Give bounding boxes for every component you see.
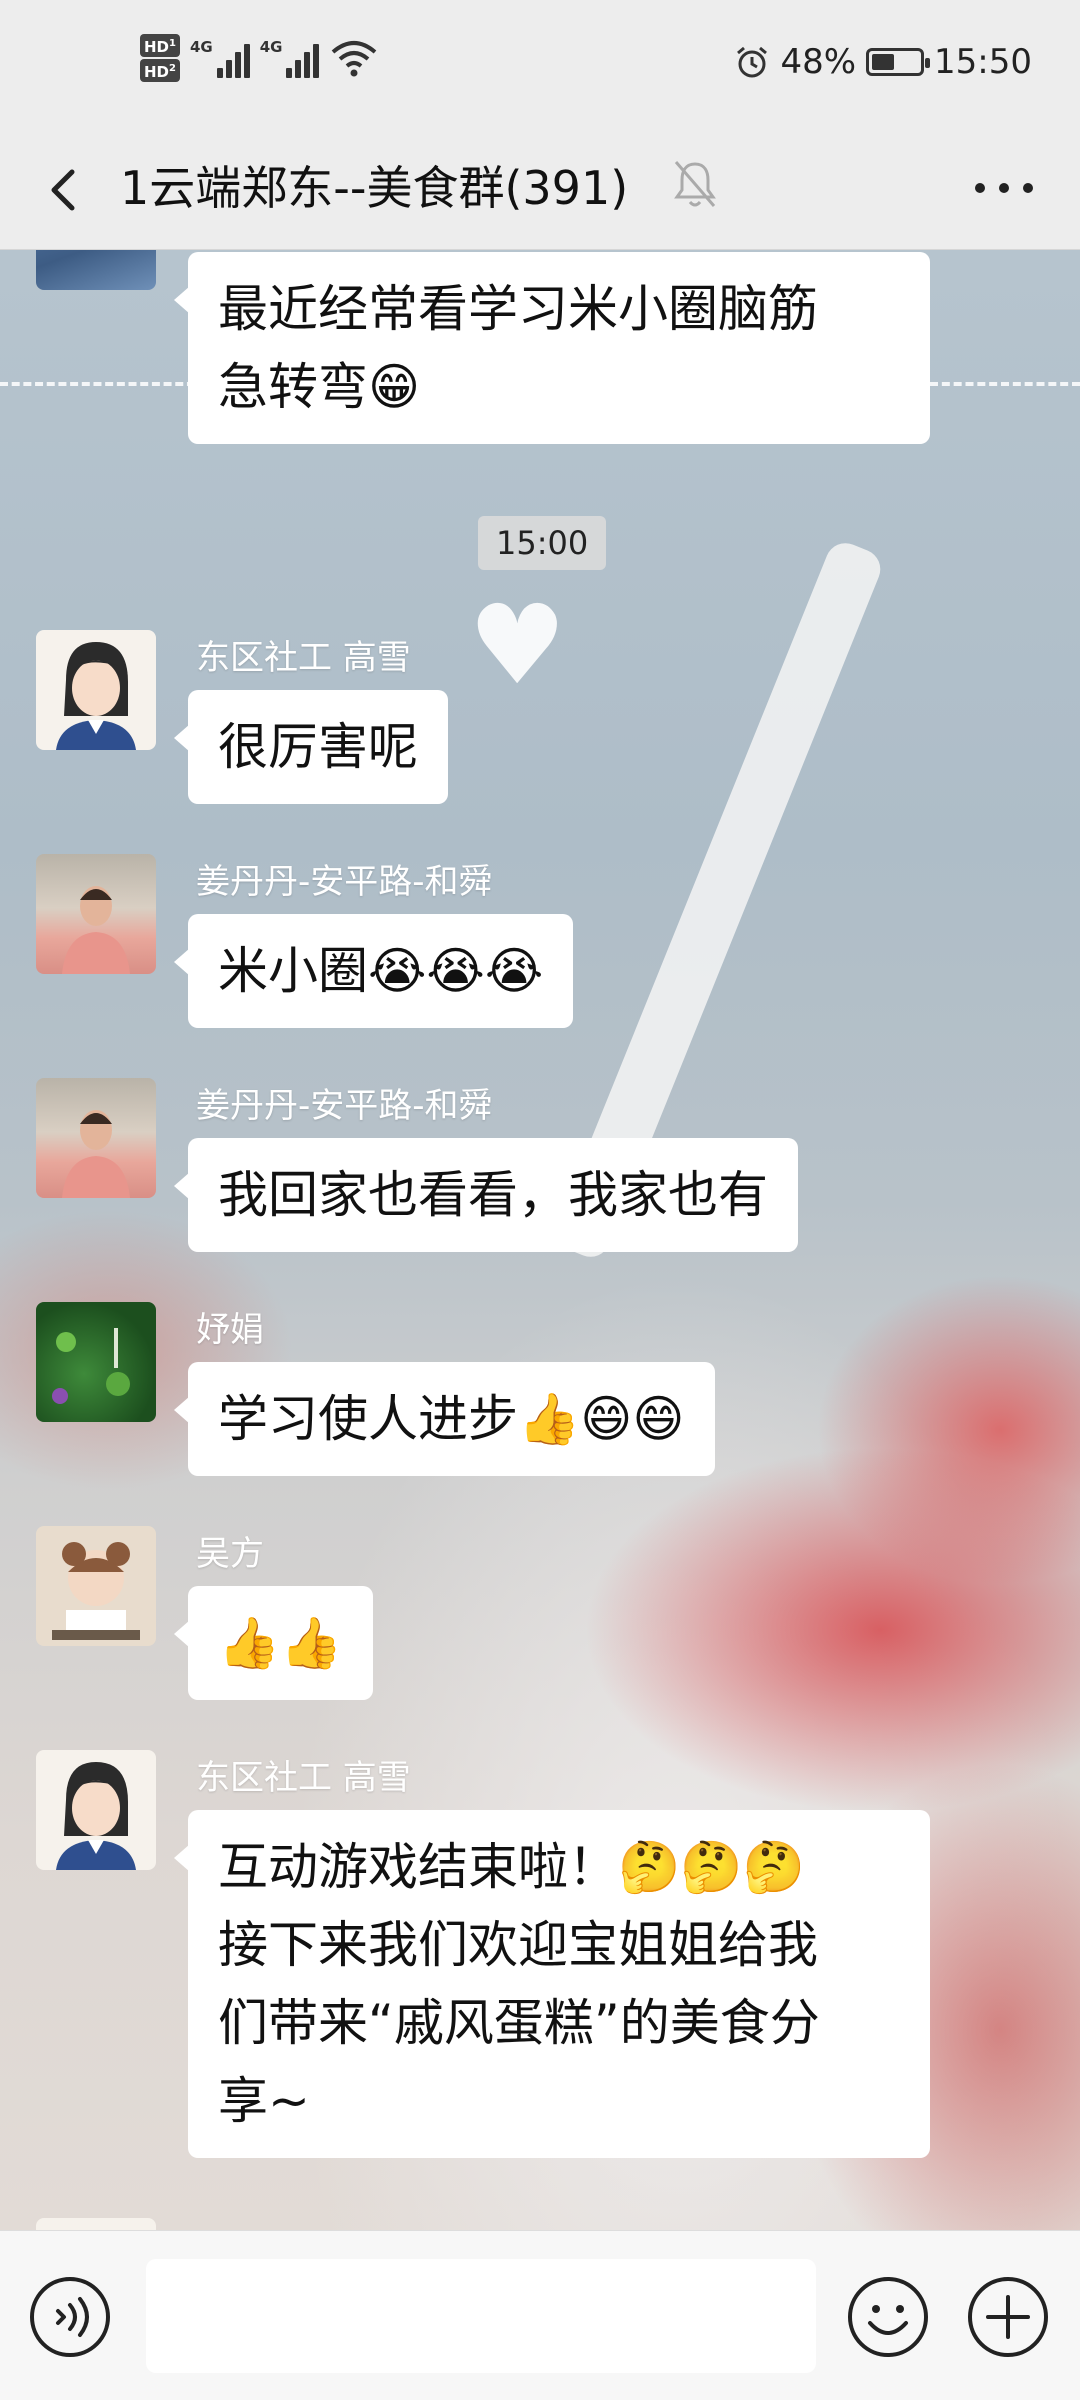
sender-name: 东区社工 高雪 [196,1758,411,1798]
hd-indicator: HD1 HD2 [140,34,180,82]
sender-name: 东区社工 高雪 [196,638,411,678]
sender-name: 妤娟 [196,1310,264,1350]
emoji-icon[interactable] [846,2275,930,2359]
alarm-icon [737,46,768,78]
signal-bars-icon [286,42,320,78]
bell-off-icon [674,161,716,207]
message-bubble[interactable]: 互动游戏结束啦！🤔🤔🤔 接下来我们欢迎宝姐姐给我 们带来“戚风蛋糕”的美食分 享… [174,1810,930,2158]
avatar[interactable] [36,854,156,974]
more-dots-icon[interactable] [968,168,1040,208]
signal-2: 4G [260,38,320,78]
avatar[interactable] [36,630,156,750]
group-title: 1云端郑东--美食群(391) [120,161,629,215]
sender-name: 姜丹丹-安平路-和舜 [196,1086,493,1126]
title-bar: 1云端郑东--美食群(391) [0,130,1080,250]
message-bubble[interactable]: 最近经常看学习米小圈脑筋 急转弯😁 [174,252,930,444]
message-bubble[interactable]: 👍👍 [174,1586,373,1700]
avatar[interactable] [36,1302,156,1422]
net1-label: 4G [189,38,213,56]
hd2-badge: HD2 [140,59,180,82]
avatar[interactable] [36,1750,156,1870]
avatar[interactable] [36,2218,156,2230]
background-heart-icon: ♥ [468,581,567,709]
status-bar: HD1 HD2 4G 4G 48% 15:50 [0,0,1080,130]
chat-area[interactable]: ♥ 最近经常看学习米小圈脑筋 急转弯😁 15:00 东区社工 高雪 很厉害呢 姜… [0,250,1080,2230]
message-bubble[interactable]: 很厉害呢 [174,690,448,804]
status-left: HD1 HD2 4G 4G [140,34,379,82]
signal-1: 4G [190,38,250,78]
message-bubble[interactable]: 米小圈😭😭😭 [173,914,574,1028]
sender-name: 吴方 [196,1534,264,1574]
battery-icon [866,48,931,76]
clock: 15:50 [934,42,1032,82]
message-input[interactable] [146,2259,816,2373]
status-right: 48% 15:50 [734,42,1032,82]
input-bar [0,2230,1080,2400]
battery-percent: 48% [780,42,857,82]
message-bubble[interactable]: 我回家也看看，我家也有 [174,1138,798,1252]
avatar[interactable] [36,1526,156,1646]
plus-icon[interactable] [966,2275,1050,2359]
hd1-badge: HD1 [140,34,180,57]
voice-icon[interactable] [28,2275,112,2359]
signal-bars-icon [216,42,250,78]
sender-name: 姜丹丹-安平路-和舜 [196,862,493,902]
net2-label: 4G [259,38,283,56]
chevron-left-icon[interactable] [36,160,96,220]
avatar[interactable] [36,250,156,290]
avatar[interactable] [36,1078,156,1198]
wifi-icon [332,41,377,77]
message-bubble[interactable]: 学习使人进步👍😄😄 [174,1362,715,1476]
background-decoration [930,382,1080,386]
time-divider: 15:00 [478,516,607,570]
